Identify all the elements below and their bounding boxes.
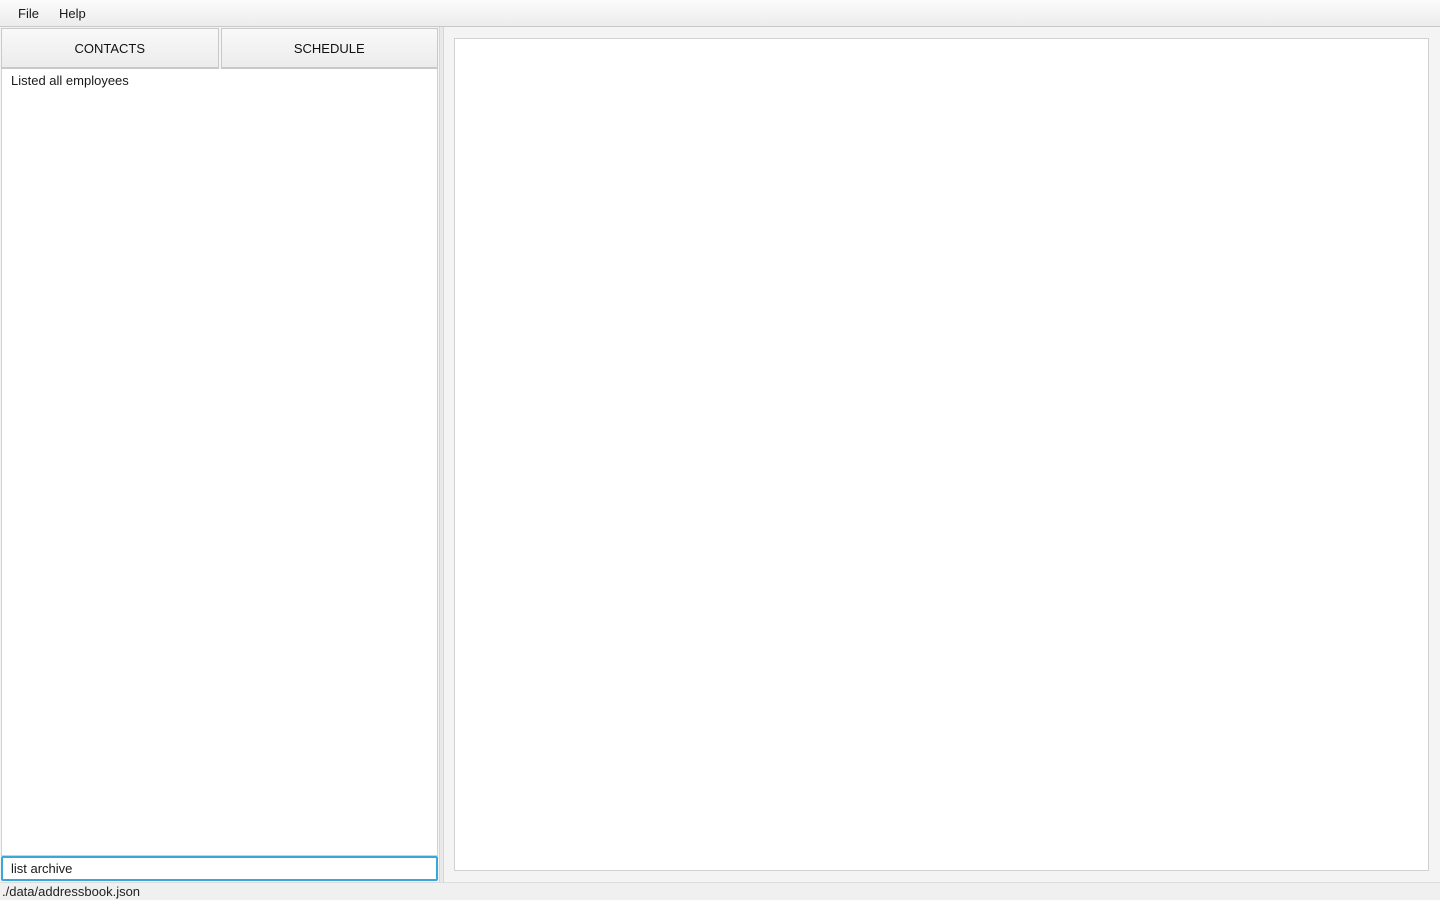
- result-message: Listed all employees: [11, 73, 129, 88]
- save-location: ./data/addressbook.json: [2, 884, 141, 899]
- tab-schedule[interactable]: SCHEDULE: [220, 28, 438, 69]
- right-pane: [444, 27, 1440, 882]
- result-display: Listed all employees: [1, 69, 438, 856]
- menu-file[interactable]: File: [8, 0, 49, 27]
- tab-bar: CONTACTS SCHEDULE: [1, 28, 438, 69]
- detail-panel: [454, 38, 1429, 871]
- menu-bar: File Help: [0, 0, 1440, 27]
- menu-help[interactable]: Help: [49, 0, 96, 27]
- left-pane: CONTACTS SCHEDULE Listed all employees: [0, 27, 440, 882]
- command-input[interactable]: [1, 856, 438, 881]
- tab-contacts[interactable]: CONTACTS: [1, 28, 219, 69]
- status-bar: ./data/addressbook.json: [0, 882, 1440, 900]
